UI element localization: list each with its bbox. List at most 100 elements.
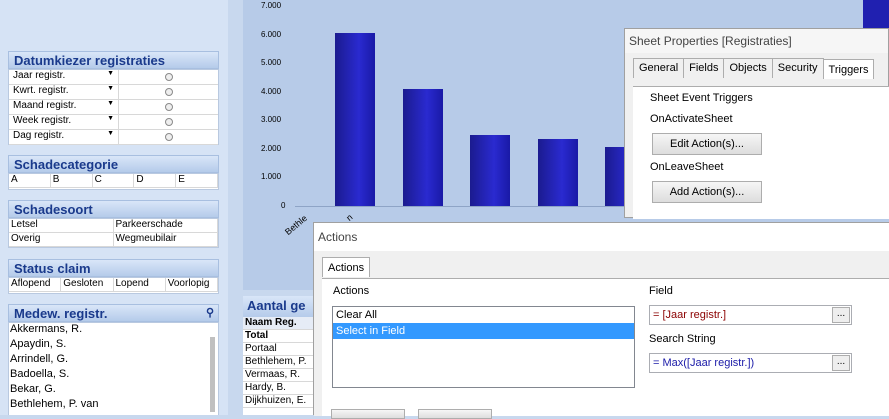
- list-item[interactable]: Lopend: [113, 278, 166, 292]
- actions-list[interactable]: Clear All Select in Field: [332, 306, 635, 388]
- bar[interactable]: [335, 33, 375, 206]
- bar[interactable]: [403, 89, 443, 206]
- list-item[interactable]: E: [176, 174, 218, 188]
- list-item[interactable]: Parkeerschade: [113, 219, 218, 233]
- search-icon[interactable]: ⚲: [206, 306, 214, 319]
- status-claim-title: Status claim: [8, 259, 219, 277]
- list-item[interactable]: D: [134, 174, 177, 188]
- row-label: Jaar registr.: [13, 70, 66, 81]
- group-label: Sheet Event Triggers: [650, 92, 753, 104]
- status-claim-listbox: Aflopend Gesloten Lopend Voorlopig: [8, 277, 219, 294]
- list-item[interactable]: Letsel: [9, 219, 114, 233]
- list-item[interactable]: Overig: [9, 233, 114, 247]
- table-row[interactable]: Portaal: [243, 343, 315, 356]
- list-item[interactable]: B: [50, 174, 93, 188]
- table-header[interactable]: Naam Reg.: [243, 317, 315, 330]
- field-ellipsis-button[interactable]: ...: [832, 307, 850, 323]
- datumkiezer-row[interactable]: Kwrt. registr. ▼: [9, 85, 218, 100]
- y-tick-label: 0: [281, 201, 286, 210]
- delete-button[interactable]: [418, 409, 492, 419]
- schadecategorie-title: Schadecategorie: [8, 155, 219, 173]
- datumkiezer-row[interactable]: Week registr. ▼: [9, 115, 218, 130]
- table-title: Aantal ge: [243, 296, 315, 317]
- actions-panel: Actions Clear All Select in Field Field …: [322, 278, 889, 419]
- dialog-title: Actions: [314, 223, 889, 251]
- dropdown-arrow-icon[interactable]: ▼: [107, 100, 114, 107]
- medewerker-title: Medew. registr. ⚲: [8, 304, 219, 322]
- row-label: Dag registr.: [13, 130, 65, 141]
- search-string-label: Search String: [649, 333, 716, 345]
- list-item[interactable]: Select in Field: [333, 323, 634, 339]
- medewerker-listbox: Akkermans, R. Apaydin, S. Arrindell, G. …: [8, 322, 219, 415]
- tab-objects[interactable]: Objects: [723, 58, 773, 78]
- datumkiezer-listbox: Jaar registr. ▼ Kwrt. registr. ▼ Maand reg…: [8, 69, 219, 145]
- tab-actions[interactable]: Actions: [322, 257, 371, 277]
- schadesoort-title: Schadesoort: [8, 200, 219, 218]
- dropdown-arrow-icon[interactable]: ▼: [107, 85, 114, 92]
- y-tick-label: 4.000: [261, 87, 282, 96]
- list-item[interactable]: Arrindell, G.: [9, 353, 218, 368]
- schadecategorie-listbox: A B C D E: [8, 173, 219, 190]
- field-label: Field: [649, 285, 673, 297]
- list-item[interactable]: Clear All: [333, 307, 634, 323]
- radio-button[interactable]: [164, 133, 173, 141]
- tab-triggers[interactable]: Triggers: [822, 59, 875, 79]
- field-input[interactable]: = [Jaar registr.]: [649, 305, 852, 325]
- list-item[interactable]: Akkermans, R.: [9, 323, 218, 338]
- y-tick-label: 2.000: [261, 144, 282, 153]
- y-tick-label: 6.000: [261, 30, 282, 39]
- tab-security[interactable]: Security: [771, 58, 824, 78]
- sheet-properties-dialog: Sheet Properties [Registraties] General …: [624, 28, 889, 219]
- scrollbar[interactable]: [210, 337, 215, 412]
- bar[interactable]: [470, 135, 510, 206]
- tab-general[interactable]: General: [633, 58, 685, 78]
- y-tick-label: 7.000: [261, 1, 282, 10]
- radio-button[interactable]: [164, 103, 173, 111]
- table-row[interactable]: Bethlehem, P.: [243, 356, 315, 369]
- row-label: Week registr.: [13, 115, 72, 126]
- table-total: Total: [243, 330, 315, 343]
- schadesoort-listbox: Letsel Parkeerschade Overig Wegmeubilair: [8, 218, 219, 248]
- radio-button[interactable]: [164, 73, 173, 81]
- dialog-title: Sheet Properties [Registraties]: [625, 29, 888, 53]
- medewerker-title-text: Medew. registr.: [14, 306, 108, 321]
- list-item[interactable]: Aflopend: [9, 278, 62, 292]
- list-item[interactable]: Gesloten: [61, 278, 114, 292]
- y-tick-label: 5.000: [261, 58, 282, 67]
- datumkiezer-title: Datumkiezer registraties: [8, 51, 219, 69]
- actions-label: Actions: [333, 285, 370, 297]
- radio-button[interactable]: [164, 118, 173, 126]
- list-item[interactable]: Bekar, G.: [9, 383, 218, 398]
- list-item[interactable]: C: [92, 174, 135, 188]
- y-tick-label: 3.000: [261, 115, 282, 124]
- table-row[interactable]: Dijkhuizen, E.: [243, 395, 315, 408]
- dropdown-arrow-icon[interactable]: ▼: [107, 130, 114, 137]
- actions-dialog: Actions Actions Actions Clear All Select…: [313, 222, 889, 419]
- list-item[interactable]: Voorlopig: [165, 278, 218, 292]
- list-item[interactable]: Wegmeubilair: [113, 233, 218, 247]
- list-item[interactable]: Badoella, S.: [9, 368, 218, 383]
- datumkiezer-row[interactable]: Jaar registr. ▼: [9, 70, 218, 85]
- add-button[interactable]: [331, 409, 405, 419]
- table-row[interactable]: Vermaas, R.: [243, 369, 315, 382]
- list-item[interactable]: Apaydin, S.: [9, 338, 218, 353]
- edit-actions-button[interactable]: Edit Action(s)...: [652, 133, 762, 155]
- search-string-input[interactable]: = Max([Jaar registr.]): [649, 353, 852, 373]
- table-row[interactable]: Hardy, B.: [243, 382, 315, 395]
- row-label: Maand registr.: [13, 100, 77, 111]
- search-ellipsis-button[interactable]: ...: [832, 355, 850, 371]
- radio-button[interactable]: [164, 88, 173, 96]
- datumkiezer-row[interactable]: Dag registr. ▼: [9, 130, 218, 145]
- list-item[interactable]: Bethlehem, P. van: [9, 398, 218, 413]
- tab-fields[interactable]: Fields: [683, 58, 725, 78]
- datumkiezer-row[interactable]: Maand registr. ▼: [9, 100, 218, 115]
- list-item[interactable]: A: [9, 174, 51, 188]
- x-tick-label: Bethle: [282, 213, 309, 238]
- add-actions-button[interactable]: Add Action(s)...: [652, 181, 762, 203]
- row-label: Kwrt. registr.: [13, 85, 69, 96]
- bar[interactable]: [538, 139, 578, 206]
- on-leave-label: OnLeaveSheet: [650, 161, 724, 173]
- dropdown-arrow-icon[interactable]: ▼: [107, 115, 114, 122]
- on-activate-label: OnActivateSheet: [650, 113, 733, 125]
- dropdown-arrow-icon[interactable]: ▼: [107, 70, 114, 77]
